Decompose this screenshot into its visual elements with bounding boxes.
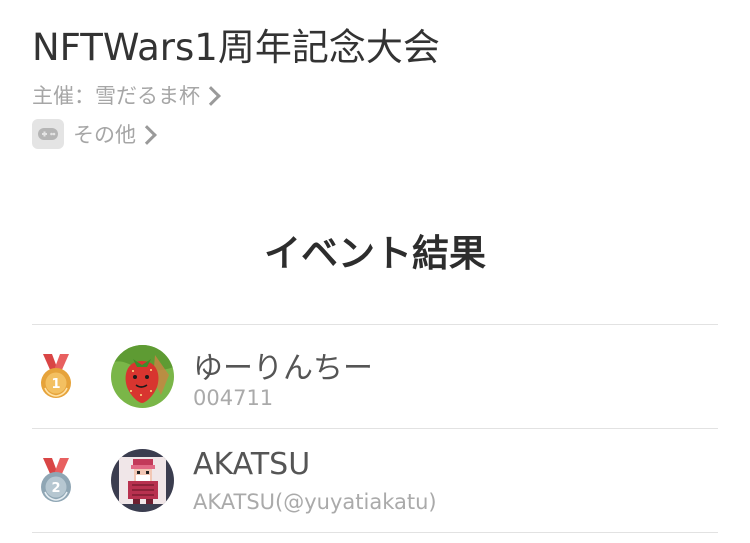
category-link[interactable]: その他 [32, 118, 718, 150]
result-row-2[interactable]: 2 AKATSU AKATSU(@yuyatiakatu) [32, 429, 718, 533]
gold-medal-icon: 1 [36, 352, 76, 402]
organizer-label: 主催：雪だるま杯 [32, 84, 200, 108]
results-list: 1 ゆーりんちー 004711 2 AKATSU AKATSU(@yuyatia… [32, 324, 718, 533]
player-name: ゆーりんちー [193, 351, 373, 386]
event-title: NFTWars1周年記念大会 [32, 26, 440, 69]
chevron-right-icon [137, 124, 157, 145]
silver-medal-icon: 2 [36, 456, 76, 506]
medal-rank-1: 1 [51, 377, 60, 392]
avatar[interactable] [111, 449, 174, 512]
medal-rank-2: 2 [51, 481, 60, 496]
avatar[interactable] [111, 345, 174, 408]
player-handle: AKATSU(@yuyatiakatu) [193, 490, 437, 514]
category-label: その他 [73, 123, 136, 147]
player-name: AKATSU [193, 447, 311, 482]
results-heading: イベント結果 [264, 232, 486, 275]
organizer-link[interactable]: 主催：雪だるま杯 [32, 80, 718, 110]
gamepad-icon [32, 119, 64, 149]
event-header: NFTWars1周年記念大会 主催：雪だるま杯 その他 [32, 22, 718, 150]
player-id: 004711 [193, 386, 274, 410]
result-row-1[interactable]: 1 ゆーりんちー 004711 [32, 325, 718, 429]
chevron-right-icon [201, 85, 221, 106]
